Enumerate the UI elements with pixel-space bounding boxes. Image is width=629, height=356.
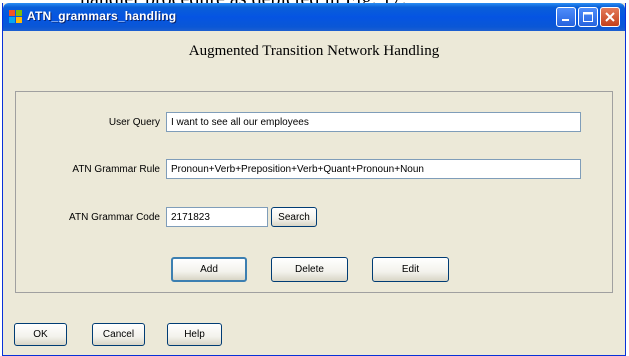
grammar-code-label: ATN Grammar Code <box>69 212 160 223</box>
page-title: Augmented Transition Network Handling <box>188 43 440 59</box>
grammar-code-input[interactable] <box>166 207 268 227</box>
grammar-rule-input[interactable] <box>166 159 581 179</box>
user-query-input[interactable] <box>166 112 581 132</box>
help-button[interactable]: Help <box>167 323 222 346</box>
cancel-button[interactable]: Cancel <box>92 323 145 346</box>
app-window: ATN_grammars_handling Augmented Transiti… <box>2 3 626 356</box>
title-bar[interactable]: ATN_grammars_handling <box>3 3 625 31</box>
delete-button[interactable]: Delete <box>271 257 348 282</box>
add-button[interactable]: Add <box>171 257 247 282</box>
close-button[interactable] <box>600 7 620 27</box>
edit-button[interactable]: Edit <box>372 257 449 282</box>
app-icon <box>9 10 22 23</box>
close-icon <box>605 12 615 22</box>
maximize-icon <box>583 12 593 22</box>
minimize-button[interactable] <box>556 7 576 27</box>
window-title: ATN_grammars_handling <box>27 9 177 23</box>
minimize-icon <box>562 19 569 21</box>
grammar-rule-label: ATN Grammar Rule <box>72 164 160 175</box>
grammar-form-group: User Query ATN Grammar Rule ATN Grammar … <box>15 91 613 293</box>
user-query-label: User Query <box>108 117 160 128</box>
ok-button[interactable]: OK <box>14 323 67 346</box>
search-button[interactable]: Search <box>271 207 317 227</box>
maximize-button[interactable] <box>578 7 598 27</box>
